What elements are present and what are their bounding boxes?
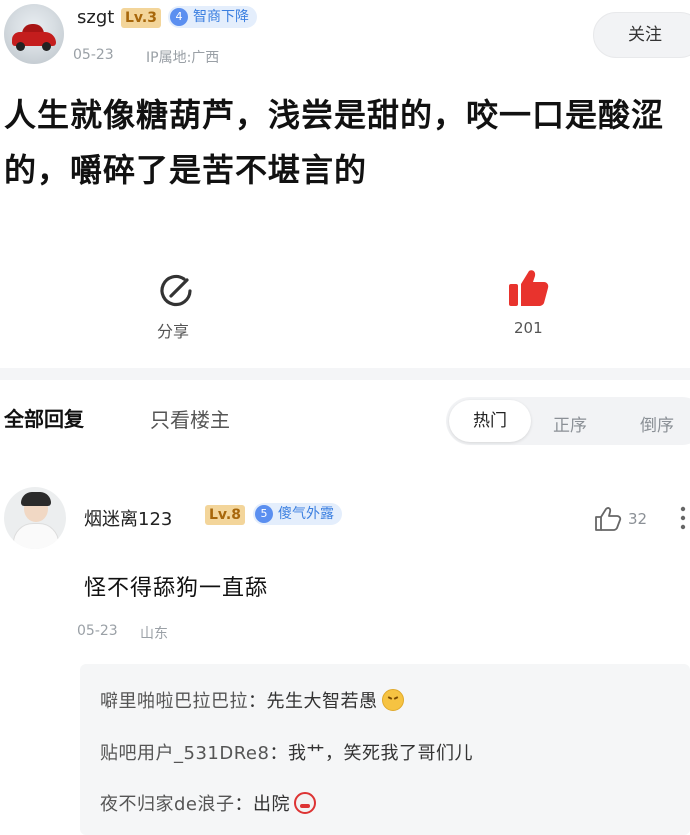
badge-text: 傻气外露	[278, 506, 334, 522]
follow-button[interactable]: 关注	[593, 12, 690, 58]
post-username[interactable]: szgt	[77, 7, 114, 28]
sub-reply-text: ：先生大智若愚	[248, 691, 378, 712]
comment-location: 山东	[140, 626, 168, 642]
more-options-icon[interactable]	[680, 505, 686, 531]
sub-reply[interactable]: 贴吧用户_531DRe8：我艹，笑死我了哥们儿	[100, 739, 473, 765]
badge-text: 智商下降	[193, 9, 249, 25]
post-ip-location: IP属地:广西	[146, 50, 220, 66]
sub-reply-author[interactable]: 噼里啪啦巴拉巴拉	[100, 691, 248, 712]
sort-ascending-button[interactable]: 正序	[553, 411, 587, 436]
sub-reply-author[interactable]: 贴吧用户_531DRe8	[100, 743, 269, 764]
sub-reply-text: ：出院	[234, 794, 290, 815]
comment-like-count: 32	[628, 510, 648, 528]
sub-reply[interactable]: 夜不归家de浪子：出院	[100, 790, 316, 816]
tab-op-only[interactable]: 只看楼主	[150, 404, 230, 433]
comment-date: 05-23	[77, 623, 118, 639]
tab-all-replies[interactable]: 全部回复	[4, 403, 84, 432]
share-icon[interactable]	[158, 273, 194, 309]
badge-number: 4	[170, 8, 188, 26]
section-divider	[0, 368, 690, 380]
sub-reply-text: ：我艹，笑死我了哥们儿	[269, 743, 473, 764]
laugh-emoji-icon	[381, 689, 404, 711]
commenter-avatar[interactable]	[4, 487, 66, 549]
sort-descending-button[interactable]: 倒序	[640, 411, 674, 436]
post-like-count: 201	[514, 319, 543, 337]
level-badge: Lv.3	[121, 8, 161, 28]
post-date: 05-23	[73, 47, 114, 63]
badge-number: 5	[255, 505, 273, 523]
share-button-label[interactable]: 分享	[157, 318, 189, 342]
commenter-level-badge: Lv.8	[205, 505, 245, 525]
commenter-username[interactable]: 烟迷离123	[84, 505, 172, 531]
comment-content: 怪不得舔狗一直舔	[84, 576, 269, 601]
angry-emoji-icon	[294, 792, 316, 814]
user-avatar[interactable]	[4, 4, 64, 64]
commenter-title-badge: 5 傻气外露	[253, 503, 342, 525]
sub-reply[interactable]: 噼里啪啦巴拉巴拉：先生大智若愚	[100, 687, 404, 713]
sub-reply-author[interactable]: 夜不归家de浪子	[100, 794, 235, 815]
post-content: 人生就像糖葫芦，浅尝是甜的，咬一口是酸涩的，嚼碎了是苦不堪言的	[4, 96, 665, 189]
sort-hot-button[interactable]: 热门	[449, 400, 531, 442]
comment-thumbs-up-icon[interactable]	[594, 506, 622, 532]
thumbs-up-icon[interactable]	[507, 267, 549, 309]
title-badge: 4 智商下降	[168, 6, 257, 28]
